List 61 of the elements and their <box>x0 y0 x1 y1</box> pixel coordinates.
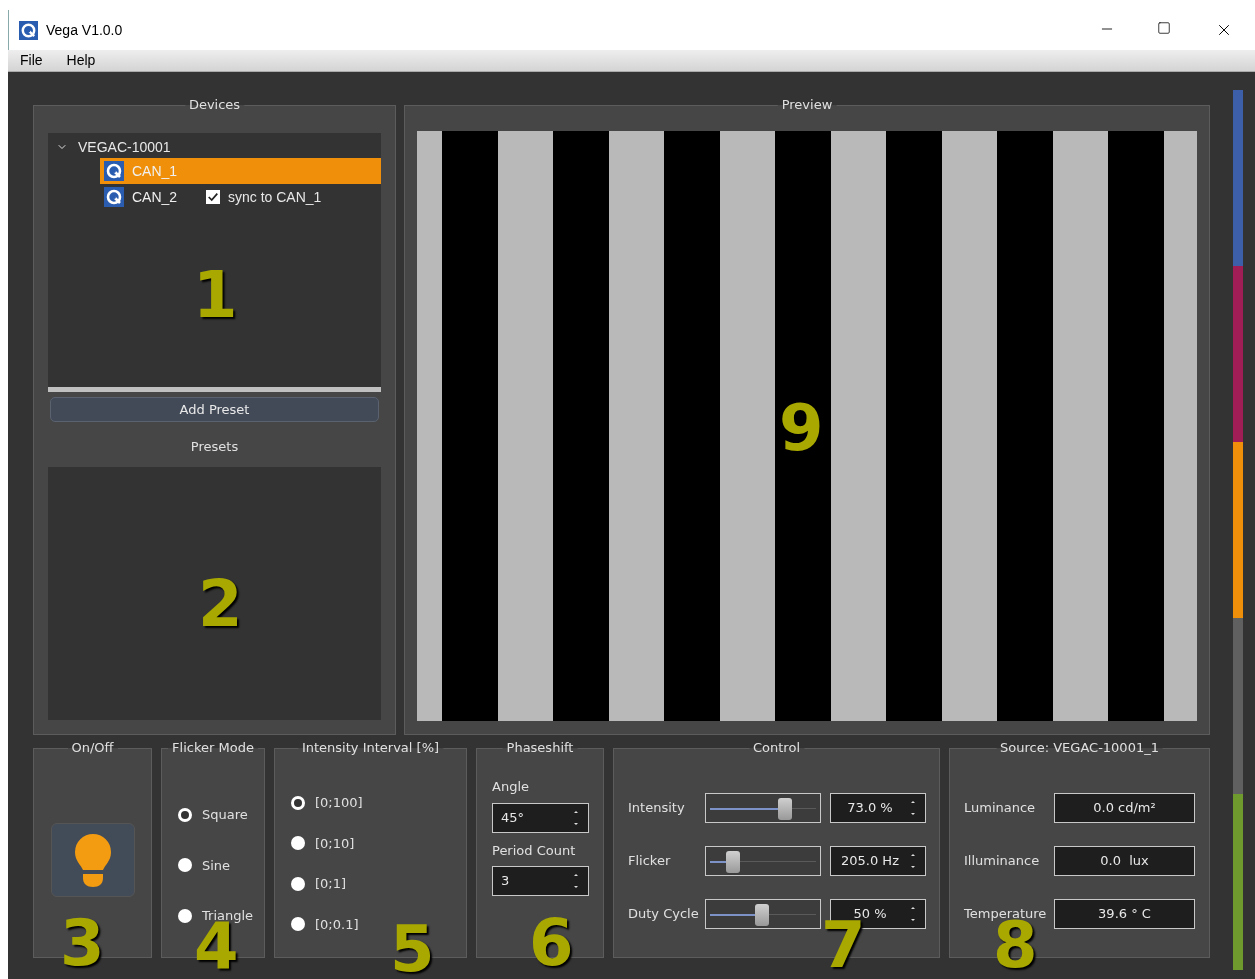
measurement-value: 0.0 cd/m² <box>1054 793 1195 823</box>
measurement-value: 39.6 ° C <box>1054 899 1195 929</box>
annotation-number: 9 <box>779 396 824 460</box>
radio-label: Triangle <box>202 907 254 923</box>
control-label: Flicker <box>628 852 672 871</box>
radio-button[interactable] <box>178 908 192 923</box>
radio-label: [0;0.1] <box>315 915 359 934</box>
slider[interactable] <box>705 846 821 876</box>
menu-item[interactable]: File <box>8 50 55 71</box>
annotation-number: 2 <box>198 571 243 636</box>
checkbox[interactable] <box>206 190 220 204</box>
maximize-icon[interactable] <box>1157 21 1171 35</box>
field-label: Period Count <box>492 841 577 860</box>
measurement-label: Luminance <box>964 799 1037 818</box>
menu-item[interactable]: Help <box>54 50 108 71</box>
measurement-label: Temperature <box>964 905 1048 922</box>
device-icon <box>104 187 124 207</box>
radio-button[interactable] <box>291 876 305 891</box>
radio-button[interactable] <box>291 795 305 810</box>
window-title: Vega V1.0.0 <box>46 20 123 40</box>
add-preset-button[interactable]: Add Preset <box>50 397 379 422</box>
measurement-label: Illuminance <box>964 852 1041 871</box>
spin-field[interactable]: 205.0 Hz <box>830 846 926 876</box>
slider[interactable] <box>705 899 821 929</box>
radio-label: Square <box>202 806 248 824</box>
control-label: Intensity <box>628 799 686 818</box>
slider-thumb[interactable] <box>725 851 740 873</box>
radio-button[interactable] <box>291 836 305 851</box>
radio-label: [0;100] <box>315 794 363 812</box>
radio-label: Sine <box>202 856 231 875</box>
annotation-number: 1 <box>193 263 238 327</box>
group-title: Source: VEGAC-10001_1 <box>996 740 1163 756</box>
slider[interactable] <box>705 793 821 823</box>
group-title: Intensity Interval [%] <box>297 740 444 756</box>
field-label: Angle <box>492 778 530 796</box>
tree-item[interactable]: VEGAC-10001 <box>78 136 171 158</box>
radio-button[interactable] <box>178 858 192 873</box>
power-toggle-button[interactable] <box>51 823 135 897</box>
radio-label: [0;1] <box>315 875 347 893</box>
spin-field[interactable]: 3 <box>492 866 589 896</box>
lightbulb-icon <box>73 832 113 888</box>
annotation-number: 6 <box>529 911 574 975</box>
spin-field[interactable]: 73.0 % <box>830 793 926 823</box>
radio-button[interactable] <box>178 807 192 822</box>
slider-thumb[interactable] <box>755 904 769 926</box>
app-logo-icon <box>19 20 38 40</box>
group-title: On/Off <box>67 740 118 756</box>
checkbox-label: sync to CAN_1 <box>228 187 322 207</box>
slider-thumb[interactable] <box>777 798 792 820</box>
check-icon <box>207 191 219 203</box>
control-label: Duty Cycle <box>628 905 700 924</box>
spin-field[interactable]: 45° <box>492 802 589 833</box>
tree-item[interactable]: CAN_2 <box>100 184 200 210</box>
radio-label: [0;10] <box>315 834 355 853</box>
annotation-number: 3 <box>60 911 105 975</box>
splitter-handle[interactable] <box>48 387 381 392</box>
presets-title: Presets <box>190 438 239 456</box>
device-icon <box>104 161 124 181</box>
annotation-number: 5 <box>390 917 435 979</box>
measurement-value: 0.0 lux <box>1054 846 1195 876</box>
radio-button[interactable] <box>291 917 305 932</box>
